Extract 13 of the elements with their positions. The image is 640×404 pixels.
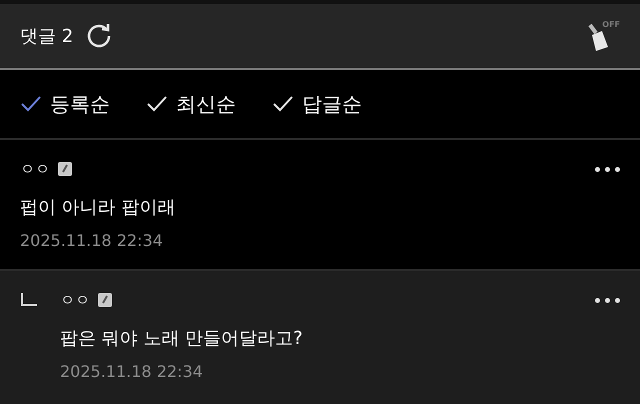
- sort-option[interactable]: 답글순: [272, 89, 362, 119]
- sort-option[interactable]: 등록순: [20, 89, 110, 119]
- badge-icon: [98, 293, 112, 307]
- reply-indent-icon: [20, 293, 38, 307]
- sort-option[interactable]: 최신순: [146, 89, 236, 119]
- comment-text: 펍이 아니라 팝이래: [20, 196, 176, 220]
- header-title: 댓글 2: [20, 24, 74, 48]
- comment-date: 2025.11.18 22:34: [20, 230, 164, 252]
- comment-date: 2025.11.18 22:34: [60, 361, 204, 383]
- author-name: ㅇㅇ: [60, 290, 90, 311]
- comment-text: 팝은 뭐야 노래 만들어달라고?: [60, 327, 304, 351]
- badge-icon: [58, 162, 72, 176]
- author-name: ㅇㅇ: [20, 158, 50, 180]
